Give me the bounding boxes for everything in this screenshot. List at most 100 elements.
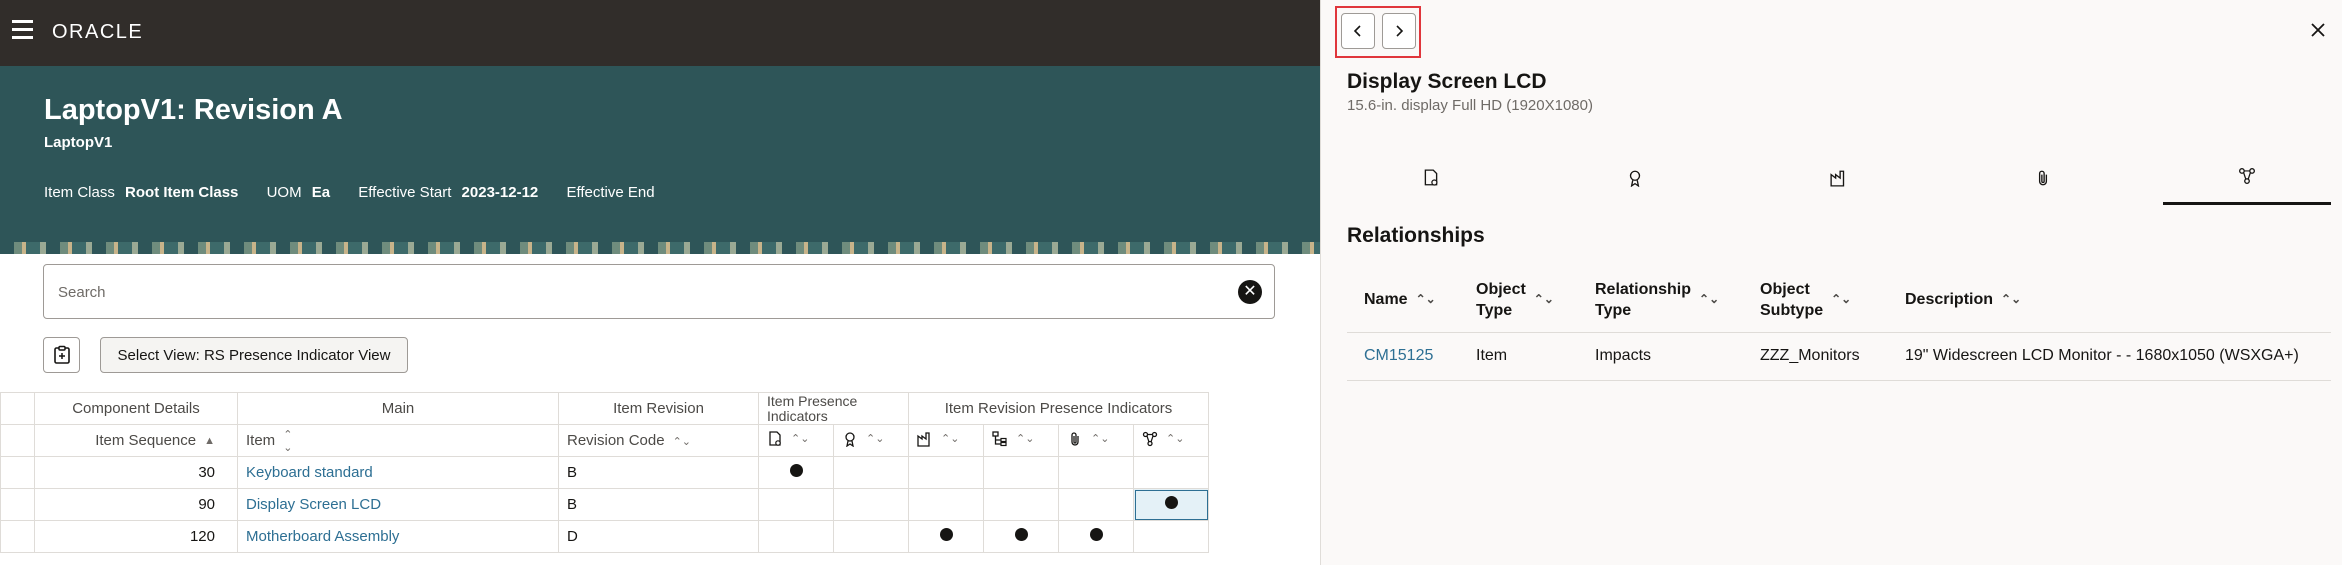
tab-quality[interactable] — [1551, 150, 1719, 205]
sort-icon[interactable]: ⌃⌄ — [1091, 432, 1109, 445]
column-header-revision-code[interactable]: Revision Code ⌃⌄ — [558, 424, 759, 457]
sort-icon[interactable]: ⌃⌄ — [1534, 289, 1554, 310]
tab-manufacturers[interactable] — [1755, 150, 1923, 205]
item-link[interactable]: Motherboard Assembly — [246, 528, 399, 545]
column-header-manufacturers[interactable]: ⌃⌄ — [908, 424, 984, 457]
drawer-tabs — [1347, 150, 2331, 205]
tab-specifications[interactable] — [1347, 150, 1515, 205]
search-input[interactable] — [58, 280, 1208, 304]
column-header-relationship-type[interactable]: Relationship Type ⌃⌄ — [1578, 268, 1743, 333]
sort-icon[interactable]: ⌃⌄ — [791, 432, 809, 445]
sort-icon[interactable]: ⌃⌄ — [1699, 289, 1719, 310]
indicator-cell[interactable] — [908, 488, 984, 521]
select-view-button[interactable]: Select View: RS Presence Indicator View — [100, 337, 408, 373]
indicator-cell[interactable] — [758, 456, 834, 489]
item-sequence-cell: 120 — [34, 520, 238, 553]
indicator-cell[interactable] — [1058, 456, 1134, 489]
search-box: ✕ — [43, 264, 1275, 319]
table-row[interactable]: CM15125 Item Impacts ZZZ_Monitors 19" Wi… — [1347, 332, 2331, 381]
sort-icon[interactable]: ⌃⌄ — [1831, 289, 1851, 310]
indicator-cell[interactable] — [833, 488, 909, 521]
sort-icon[interactable]: ⌃⌄ — [866, 432, 884, 445]
presence-dot-icon — [1089, 528, 1103, 541]
column-header-relationships[interactable]: ⌃⌄ — [1133, 424, 1209, 457]
close-icon[interactable] — [2306, 18, 2330, 42]
indicator-cell[interactable] — [758, 520, 834, 553]
award-icon — [1629, 170, 1641, 187]
clear-search-icon[interactable]: ✕ — [1238, 280, 1262, 304]
header-attributes: Item Class Root Item Class UOM Ea Effect… — [44, 184, 661, 201]
indicator-cell[interactable] — [908, 456, 984, 489]
factory-icon — [1830, 170, 1845, 187]
uom-label: UOM — [266, 184, 302, 201]
previous-button[interactable] — [1341, 13, 1375, 49]
presence-dot-icon — [1014, 528, 1028, 541]
indicator-cell[interactable] — [983, 456, 1059, 489]
indicator-cell[interactable] — [758, 488, 834, 521]
column-header-item[interactable]: Item ⌃ ⌄ — [237, 424, 559, 457]
object-subtype-header-line1: Object — [1760, 280, 1810, 298]
relationship-type-header-line2: Type — [1595, 301, 1632, 319]
row-selector[interactable] — [0, 456, 35, 489]
row-select-header-2 — [0, 424, 35, 457]
navigation-highlight — [1335, 6, 1421, 58]
revision-code-cell: B — [558, 488, 759, 521]
menu-icon[interactable] — [10, 20, 36, 44]
paperclip-icon — [1071, 431, 1079, 446]
object-subtype-cell: ZZZ_Monitors — [1743, 332, 1888, 381]
indicator-cell[interactable] — [908, 520, 984, 553]
indicator-cell[interactable] — [1133, 520, 1209, 553]
relationship-type-cell: Impacts — [1578, 332, 1743, 381]
clipboard-button[interactable] — [43, 337, 80, 373]
item-class-label: Item Class — [44, 184, 115, 201]
row-selector[interactable] — [0, 488, 35, 521]
indicator-cell[interactable] — [983, 488, 1059, 521]
item-link[interactable]: Display Screen LCD — [246, 496, 381, 513]
indicator-cell[interactable] — [833, 520, 909, 553]
column-header-structure[interactable]: ⌃⌄ — [983, 424, 1059, 457]
sort-icon[interactable]: ⌃⌄ — [1416, 289, 1436, 310]
object-type-cell: Item — [1459, 332, 1578, 381]
column-header-name[interactable]: Name ⌃⌄ — [1347, 268, 1459, 333]
indicator-cell[interactable] — [1058, 488, 1134, 521]
sort-icon[interactable]: ⌃⌄ — [941, 432, 959, 445]
column-header-object-subtype[interactable]: Object Subtype ⌃⌄ — [1743, 268, 1888, 333]
row-selector[interactable] — [0, 520, 35, 553]
column-header-object-type[interactable]: Object Type ⌃⌄ — [1459, 268, 1578, 333]
indicator-cell[interactable] — [1133, 456, 1209, 489]
relationships-icon — [2239, 168, 2255, 184]
structure-grid: Component Details Main Item Revision Ite… — [0, 392, 1209, 553]
item-link[interactable]: Keyboard standard — [246, 464, 373, 481]
indicator-cell-selected[interactable] — [1133, 488, 1209, 521]
sort-icon[interactable]: ⌃⌄ — [2001, 289, 2021, 310]
object-type-header-line2: Type — [1476, 301, 1513, 319]
sort-ascending-icon[interactable]: ▲ — [204, 435, 215, 447]
sort-icon[interactable]: ⌃⌄ — [673, 435, 691, 448]
column-header-attachments[interactable]: ⌃⌄ — [1058, 424, 1134, 457]
indicator-cell[interactable] — [1058, 520, 1134, 553]
table-row[interactable]: 90 Display Screen LCD B — [0, 488, 1209, 521]
sort-icon[interactable]: ⌃⌄ — [1166, 432, 1184, 445]
next-button[interactable] — [1382, 13, 1416, 49]
sort-icon[interactable]: ⌃⌄ — [283, 428, 292, 454]
column-header-specifications[interactable]: ⌃⌄ — [758, 424, 834, 457]
indicator-cell[interactable] — [833, 456, 909, 489]
oracle-logo[interactable]: ORACLE — [52, 21, 143, 44]
tab-attachments[interactable] — [1959, 150, 2127, 205]
object-subtype-header-line2: Subtype — [1760, 301, 1824, 319]
table-row[interactable]: 30 Keyboard standard B — [0, 456, 1209, 489]
column-header-quality[interactable]: ⌃⌄ — [833, 424, 909, 457]
relationship-name-link[interactable]: CM15125 — [1364, 347, 1433, 364]
object-type-header-line1: Object — [1476, 280, 1526, 298]
tab-relationships[interactable] — [2163, 150, 2331, 205]
table-row[interactable]: 120 Motherboard Assembly D — [0, 520, 1209, 553]
item-sequence-label: Item Sequence — [95, 432, 197, 449]
column-header-description[interactable]: Description ⌃⌄ — [1888, 268, 2331, 333]
award-icon — [845, 431, 855, 447]
indicator-cell[interactable] — [983, 520, 1059, 553]
description-header-label: Description — [1905, 291, 1994, 309]
revision-code-label: Revision Code — [567, 432, 665, 449]
column-header-item-sequence[interactable]: Item Sequence ▲ — [34, 424, 238, 457]
sort-icon[interactable]: ⌃⌄ — [1016, 432, 1034, 445]
row-select-header — [0, 392, 35, 425]
